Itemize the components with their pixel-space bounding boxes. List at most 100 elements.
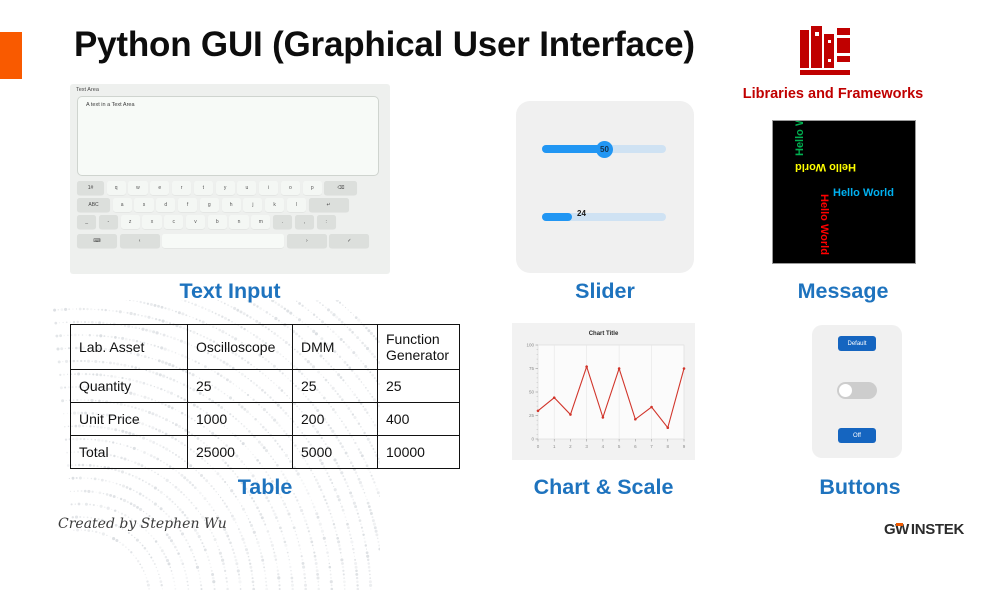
books-icon: [798, 24, 860, 76]
key-hyphen[interactable]: -: [99, 215, 118, 229]
arrow-right-icon[interactable]: ›: [287, 234, 327, 248]
text-area-label: Text Area: [76, 87, 99, 93]
table-cell: 10000: [378, 436, 460, 469]
svg-text:25: 25: [529, 413, 535, 418]
gw-logo-accent: [896, 523, 903, 526]
key-n[interactable]: n: [229, 215, 248, 229]
key-comma[interactable]: ,: [295, 215, 314, 229]
caption-chart: Chart & Scale: [521, 475, 686, 500]
line-chart: 01234567890255075100: [512, 323, 695, 460]
slider-1-fill: [542, 145, 604, 153]
key-v[interactable]: v: [186, 215, 205, 229]
table-cell: 400: [378, 403, 460, 436]
slider-2-value: 24: [577, 209, 586, 218]
table-row: Lab. Asset Oscilloscope DMM Function Gen…: [71, 325, 460, 370]
keyboard-row-4: ⌨ ‹ › ✓: [77, 234, 369, 248]
table-cell: 25: [188, 370, 293, 403]
table-row: Quantity 25 25 25: [71, 370, 460, 403]
key-p[interactable]: p: [303, 181, 322, 195]
table-cell: DMM: [293, 325, 378, 370]
key-space[interactable]: [162, 234, 284, 248]
toggle-switch[interactable]: [837, 382, 877, 399]
svg-text:1: 1: [553, 444, 556, 449]
key-i[interactable]: i: [259, 181, 278, 195]
svg-text:4: 4: [602, 444, 605, 449]
text-area-value: A text in a Text Area: [86, 102, 135, 108]
key-a[interactable]: a: [113, 198, 132, 212]
svg-text:0: 0: [537, 444, 540, 449]
key-c[interactable]: c: [164, 215, 183, 229]
key-r[interactable]: r: [172, 181, 191, 195]
table-cell: 200: [293, 403, 378, 436]
slider-1-thumb[interactable]: 50: [596, 141, 613, 158]
keyboard-row-3: _ - z x c v b n m . , :: [77, 215, 336, 229]
instek-logo-text: INSTEK: [911, 521, 964, 538]
key-abc[interactable]: ABC: [77, 198, 110, 212]
key-m[interactable]: m: [251, 215, 270, 229]
buttons-panel: Default Off: [812, 325, 902, 458]
svg-text:50: 50: [529, 390, 535, 395]
default-button[interactable]: Default: [838, 336, 876, 351]
table-cell: 1000: [188, 403, 293, 436]
key-period[interactable]: .: [273, 215, 292, 229]
key-o[interactable]: o: [281, 181, 300, 195]
hello-world-cyan: Hello World: [833, 187, 894, 199]
key-q[interactable]: q: [107, 181, 126, 195]
text-input-panel: Text Area A text in a Text Area 1# q w e…: [70, 84, 390, 274]
svg-text:5: 5: [618, 444, 621, 449]
keyboard-row-1: 1# q w e r t y u i o p ⌫: [77, 181, 357, 195]
key-h[interactable]: h: [222, 198, 241, 212]
table-cell: Total: [71, 436, 188, 469]
key-w[interactable]: w: [128, 181, 147, 195]
svg-text:75: 75: [529, 366, 535, 371]
key-d[interactable]: d: [156, 198, 175, 212]
enter-icon[interactable]: ↵: [309, 198, 349, 212]
key-f[interactable]: f: [178, 198, 197, 212]
key-j[interactable]: j: [243, 198, 262, 212]
author-signature: Created by Stephen Wu: [58, 516, 227, 532]
svg-text:7: 7: [650, 444, 653, 449]
text-area-field[interactable]: A text in a Text Area: [77, 96, 379, 176]
svg-text:8: 8: [667, 444, 670, 449]
slider-panel: 50 24: [516, 101, 694, 273]
key-t[interactable]: t: [194, 181, 213, 195]
backspace-icon[interactable]: ⌫: [324, 181, 357, 195]
off-button[interactable]: Off: [838, 428, 876, 443]
key-u[interactable]: u: [237, 181, 256, 195]
key-l[interactable]: l: [287, 198, 306, 212]
key-y[interactable]: y: [216, 181, 235, 195]
hello-world-green: Hello World: [794, 120, 806, 156]
arrow-left-icon[interactable]: ‹: [120, 234, 160, 248]
caption-text-input: Text Input: [130, 279, 330, 304]
key-s[interactable]: s: [134, 198, 153, 212]
slider-2-fill: [542, 213, 572, 221]
keyboard-icon[interactable]: ⌨: [77, 234, 117, 248]
table-cell: 5000: [293, 436, 378, 469]
slider-2-track[interactable]: [542, 213, 666, 221]
svg-text:6: 6: [634, 444, 637, 449]
key-symbols[interactable]: 1#: [77, 181, 104, 195]
hello-world-yellow: Hello World: [795, 161, 856, 173]
gw-instek-logo: GW INSTEK: [884, 521, 964, 538]
key-b[interactable]: b: [208, 215, 227, 229]
toggle-knob: [839, 384, 852, 397]
caption-buttons: Buttons: [795, 475, 925, 500]
key-underscore[interactable]: _: [77, 215, 96, 229]
key-colon[interactable]: :: [317, 215, 336, 229]
svg-text:2: 2: [569, 444, 572, 449]
check-icon[interactable]: ✓: [329, 234, 369, 248]
table-cell: 25: [378, 370, 460, 403]
table-cell: Unit Price: [71, 403, 188, 436]
key-k[interactable]: k: [265, 198, 284, 212]
caption-slider: Slider: [530, 279, 680, 304]
key-e[interactable]: e: [150, 181, 169, 195]
table-row: Unit Price 1000 200 400: [71, 403, 460, 436]
table-row: Total 25000 5000 10000: [71, 436, 460, 469]
table-cell: Quantity: [71, 370, 188, 403]
svg-text:9: 9: [683, 444, 686, 449]
key-x[interactable]: x: [142, 215, 161, 229]
caption-table: Table: [195, 475, 335, 500]
slider-1-track[interactable]: 50: [542, 145, 666, 153]
key-z[interactable]: z: [121, 215, 140, 229]
key-g[interactable]: g: [200, 198, 219, 212]
